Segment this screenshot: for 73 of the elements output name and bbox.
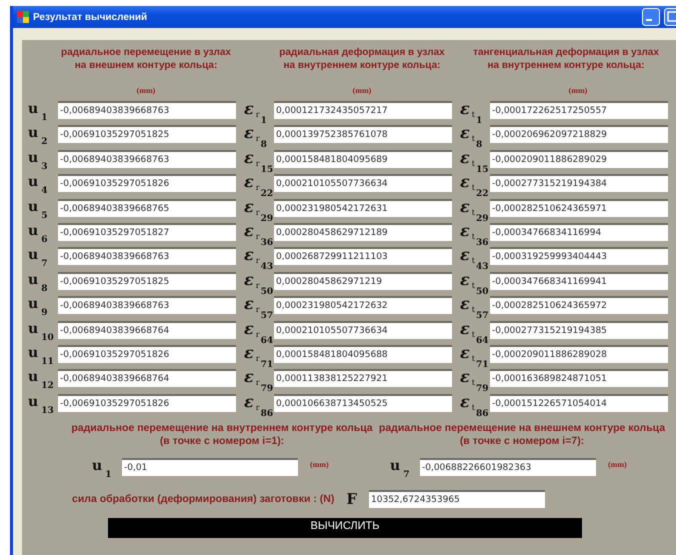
column-heading: радиальная деформация в узлах на внутреннем контуре кольца: xyxy=(278,46,446,72)
unit-label: (mm) xyxy=(136,86,156,95)
value-field[interactable]: 0,000139752385761078 xyxy=(274,125,452,144)
value-field[interactable]: -0,00689403839668763 xyxy=(58,150,236,168)
value-field[interactable]: -0,00689403839668764 xyxy=(58,320,236,339)
variable-label: u 1 xyxy=(28,101,48,119)
value-field[interactable]: 0,000210105507736634 xyxy=(274,174,452,192)
unit-label: (mm) xyxy=(352,86,372,95)
variable-label: u 7 xyxy=(390,458,410,476)
value-field[interactable]: 0,000158481804095688 xyxy=(274,344,452,363)
variable-label: u 3 xyxy=(28,150,48,168)
value-field[interactable]: -0,000319259993404443 xyxy=(490,247,668,266)
variable-label: u 13 xyxy=(28,394,55,412)
variable-label: u 7 xyxy=(28,247,48,266)
variable-label: u 11 xyxy=(28,344,55,363)
value-field[interactable]: 0,000210105507736634 xyxy=(274,320,452,339)
variable-label: u 1 xyxy=(92,458,112,476)
value-field[interactable]: -0,00689403839668765 xyxy=(58,198,236,217)
value-field[interactable]: -0,000172262517250557 xyxy=(490,101,668,119)
app-icon xyxy=(17,11,29,23)
column-heading: радиальное перемещение в узлах на внешнем контуре кольца: xyxy=(60,46,232,72)
value-field[interactable]: -0,00034766834116994 xyxy=(490,222,668,241)
value-field[interactable]: 0,00028045862971219 xyxy=(274,272,452,290)
value-field[interactable]: 0,000113838125227921 xyxy=(274,369,452,388)
value-field[interactable]: -0,00689403839668763 xyxy=(58,247,236,266)
window-title: Результат вычислений xyxy=(33,12,148,22)
variable-label: u 4 xyxy=(28,174,48,192)
variable-label: u 12 xyxy=(28,369,55,388)
value-field[interactable]: -0,00689403839668763 xyxy=(58,296,236,314)
value-field[interactable]: -0,00689403839668763 xyxy=(58,101,236,119)
variable-label: u 9 xyxy=(28,296,48,314)
variable-label: u 2 xyxy=(28,125,48,144)
maximize-icon[interactable] xyxy=(664,8,676,26)
value-field[interactable]: -0,000151226571054014 xyxy=(490,394,668,412)
value-field[interactable]: -0,000163689824871051 xyxy=(490,369,668,388)
value-field[interactable]: 0,000231980542172631 xyxy=(274,198,452,217)
value-field[interactable]: -0,000277315219194385 xyxy=(490,320,668,339)
value-field[interactable]: -0,000282510624365972 xyxy=(490,296,668,314)
value-field[interactable]: 0,000106638713450525 xyxy=(274,394,452,412)
variable-label: u 8 xyxy=(28,272,48,290)
value-field[interactable]: -0,000347668341169941 xyxy=(490,272,668,290)
value-field[interactable]: -0,000206962097218829 xyxy=(490,125,668,144)
variable-label: u 5 xyxy=(28,198,48,217)
value-field[interactable]: -0,000282510624365971 xyxy=(490,198,668,217)
value-field[interactable]: -0,00689403839668764 xyxy=(58,369,236,388)
value-field[interactable]: -0,000277315219194384 xyxy=(490,174,668,192)
value-field[interactable]: -0,00691035297051826 xyxy=(58,174,236,192)
value-field[interactable]: -0,00691035297051826 xyxy=(58,394,236,412)
value-field[interactable]: 0,000231980542172632 xyxy=(274,296,452,314)
value-field[interactable]: -0,000209011886289028 xyxy=(490,344,668,363)
calculate-button[interactable]: ВЫЧИСЛИТЬ xyxy=(108,518,582,538)
force-label: сила обработки (деформирования) заготовки : (N) xyxy=(72,492,334,506)
value-field[interactable]: -0,01 xyxy=(122,458,298,476)
unit-label: (mm) xyxy=(608,460,627,470)
value-field[interactable]: -0,000209011886289029 xyxy=(490,150,668,168)
value-field[interactable]: 0,000158481804095689 xyxy=(274,150,452,168)
column-heading: тангенциальная деформация в узлах на внутреннем контуре кольца: xyxy=(472,46,660,72)
value-field[interactable]: -0,00691035297051825 xyxy=(58,125,236,144)
unit-label: (mm) xyxy=(568,86,588,95)
value-field[interactable]: -0,00691035297051826 xyxy=(58,344,236,363)
variable-label: u 6 xyxy=(28,222,48,241)
value-field[interactable]: 0,000268729911211103 xyxy=(274,247,452,266)
variable-label: F xyxy=(346,491,358,508)
minimize-icon[interactable] xyxy=(642,8,660,26)
value-field[interactable]: -0,00688226601982363 xyxy=(420,458,596,476)
value-field[interactable]: 0,000121732435057217 xyxy=(274,101,452,119)
unit-label: (mm) xyxy=(310,460,329,470)
value-field[interactable]: 0,000280458629712189 xyxy=(274,222,452,241)
value-field[interactable]: -0,00691035297051825 xyxy=(58,272,236,290)
variable-label: u 10 xyxy=(28,320,55,339)
value-field[interactable]: 10352,6724353965 xyxy=(369,490,546,508)
value-field[interactable]: -0,00691035297051827 xyxy=(58,222,236,241)
field-heading: радиальное перемещение на внутреннем контуре кольца (в точке с номером i=1): xyxy=(70,422,374,448)
